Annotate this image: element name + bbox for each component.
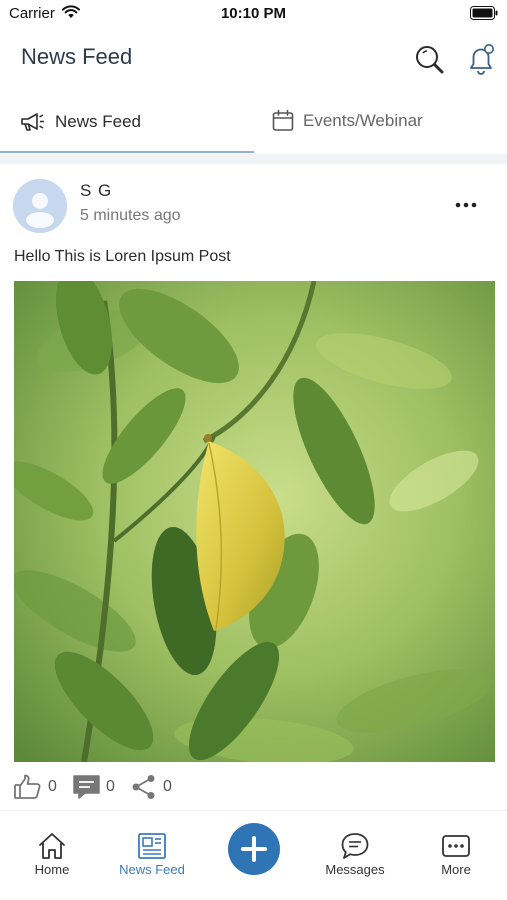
post-timestamp: 5 minutes ago [80, 207, 181, 224]
comment-count: 0 [106, 778, 115, 795]
bottom-nav: Home News Feed Messages More [0, 810, 507, 900]
tab-news-feed[interactable]: News Feed [0, 92, 254, 154]
post-text: Hello This is Loren Ipsum Post [14, 248, 231, 265]
page-title: News Feed [21, 44, 133, 69]
tab-events-webinar-label: Events/Webinar [303, 111, 423, 130]
search-button[interactable] [412, 42, 446, 76]
plus-icon [241, 836, 267, 862]
calendar-icon [272, 109, 294, 138]
status-bar: Carrier 10:10 PM [0, 0, 507, 28]
active-tab-indicator [0, 151, 254, 153]
megaphone-icon [20, 110, 46, 139]
newspaper-icon [138, 833, 166, 859]
tab-news-feed-label: News Feed [55, 112, 141, 131]
more-horizontal-icon [455, 202, 477, 208]
nav-more-label: More [441, 862, 471, 877]
post-image[interactable] [14, 281, 495, 762]
share-icon [132, 775, 155, 799]
home-icon [39, 833, 65, 859]
user-avatar-icon [13, 179, 67, 233]
nav-home-label: Home [34, 862, 70, 877]
search-icon [416, 46, 444, 74]
chat-icon [341, 833, 369, 859]
nav-more[interactable]: More [426, 811, 486, 900]
leaf-photo [14, 281, 495, 762]
nav-messages[interactable]: Messages [320, 811, 390, 900]
post-card: S G 5 minutes ago Hello This is Loren Ip… [0, 164, 507, 810]
nav-messages-label: Messages [325, 862, 385, 877]
battery-icon [470, 6, 498, 25]
nav-home[interactable]: Home [22, 811, 82, 900]
comment-icon [73, 775, 100, 799]
tab-events-webinar[interactable]: Events/Webinar [253, 92, 506, 154]
more-icon [442, 835, 470, 857]
nav-news-feed-label: News Feed [119, 862, 185, 877]
post-actions: 0 0 0 [0, 772, 507, 804]
section-divider [0, 154, 507, 164]
post-more-options-button[interactable] [454, 198, 478, 212]
like-count: 0 [48, 778, 57, 795]
notifications-button[interactable] [463, 41, 499, 77]
post-author[interactable]: S G [80, 181, 112, 201]
bell-icon [470, 44, 494, 75]
thumbs-up-icon [14, 774, 41, 799]
app-header: News Feed [0, 28, 507, 90]
status-time: 10:10 PM [220, 5, 287, 22]
share-count: 0 [163, 778, 172, 795]
add-post-button[interactable] [228, 823, 280, 875]
feed-tabs: News Feed Events/Webinar [0, 92, 507, 154]
avatar[interactable] [13, 179, 67, 233]
nav-news-feed[interactable]: News Feed [112, 811, 192, 900]
